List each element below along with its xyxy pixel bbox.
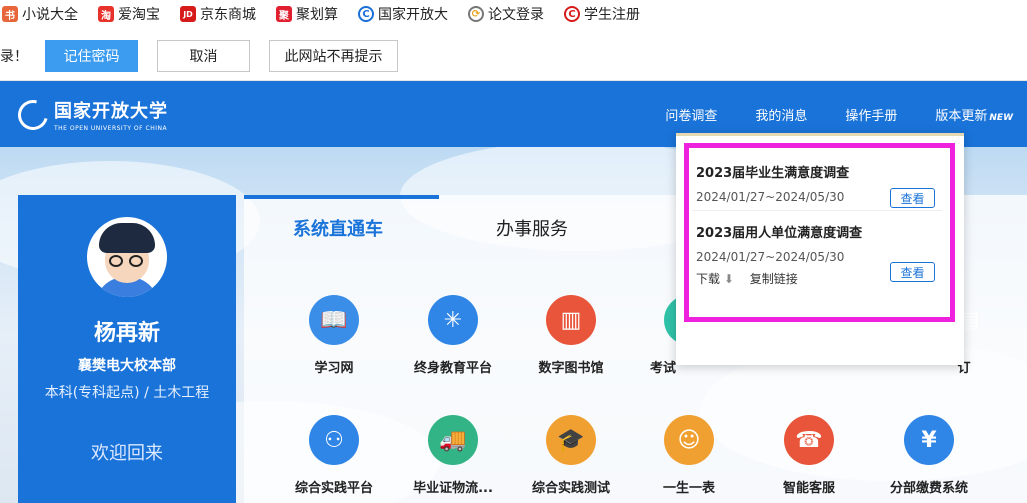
app-library[interactable]: ▥ 数字图书馆 [516, 295, 626, 376]
avatar [87, 217, 167, 297]
app-label: 综合实践测试 [531, 481, 610, 496]
student-icon: C [564, 6, 580, 22]
bookmark-ouchn[interactable]: C 国家开放大 [358, 4, 448, 24]
divider [692, 210, 942, 211]
survey-title: 2023届用人单位满意度调查 [696, 226, 863, 241]
download-link[interactable]: 下载 ⬇ [696, 272, 734, 286]
app-practice-test[interactable]: 🎓 综合实践测试 [516, 415, 626, 496]
app-lifelong[interactable]: ✳ 终身教育平台 [398, 295, 508, 376]
ouchn-logo-icon [12, 94, 54, 135]
app-exam[interactable]: ✎ 考试 [624, 295, 714, 376]
books-icon: ▥ [546, 295, 596, 345]
never-remind-button[interactable]: 此网站不再提示 [269, 40, 398, 72]
app-label: 智能客服 [782, 481, 835, 496]
logo-subtitle: THE OPEN UNIVERSITY OF CHINA [54, 125, 168, 132]
book-icon: 书 [2, 6, 18, 22]
app-logistics[interactable]: 🚚 毕业证物流... [398, 415, 508, 496]
new-badge: NEW [989, 112, 1013, 123]
survey-item: 2023届用人单位满意度调查 2024/01/27~2024/05/30 下载 … [696, 222, 936, 287]
bookmark-novel[interactable]: 书 小说大全 [2, 4, 78, 24]
person-icon: ☺ [664, 415, 714, 465]
app-label: 学习网 [314, 361, 354, 376]
nav-messages[interactable]: 我的消息 [755, 105, 807, 124]
bookmark-label: 论文登录 [488, 7, 544, 23]
profile-card: 杨再新 襄樊电大校本部 本科(专科起点) / 土木工程 欢迎回来 [18, 195, 236, 503]
download-label: 下载 [696, 272, 721, 286]
copy-link[interactable]: 复制链接 [750, 272, 798, 286]
logo-title: 国家开放大学 [54, 101, 168, 122]
app-payment[interactable]: ¥ 分部缴费系统 [874, 415, 984, 496]
bookmark-label: 学生注册 [584, 7, 640, 23]
bookmark-label: 国家开放大 [378, 7, 448, 23]
active-tab-indicator [244, 195, 439, 199]
truck-icon: 🚚 [428, 415, 478, 465]
juhuasuan-icon: 聚 [276, 6, 292, 22]
app-label: 毕业证物流... [413, 481, 493, 496]
student-major: 本科(专科起点) / 土木工程 [44, 385, 210, 401]
bookmark-label: 小说大全 [22, 7, 78, 23]
student-school: 襄樊电大校本部 [78, 358, 176, 374]
survey-item: 2023届毕业生满意度调查 2024/01/27~2024/05/30 查看 [696, 162, 936, 208]
cancel-button[interactable]: 取消 [157, 40, 250, 72]
bookmark-juhuasuan[interactable]: 聚 聚划算 [276, 4, 338, 24]
bookmark-label: 聚划算 [296, 7, 338, 23]
graduation-cap-icon: 🎓 [546, 415, 596, 465]
bookmark-paper[interactable]: ⟳ 论文登录 [468, 4, 544, 24]
download-icon: ⬇ [723, 272, 734, 286]
app-one-life[interactable]: ☺ 一生一表 [634, 415, 744, 496]
app-customer-service[interactable]: ☎ 智能客服 [754, 415, 864, 496]
nav-update-label: 版本更新 [935, 108, 988, 124]
nav-manual[interactable]: 操作手册 [845, 105, 897, 124]
student-name: 杨再新 [93, 321, 160, 346]
remember-password-button[interactable]: 记住密码 [45, 40, 138, 72]
tab-service[interactable]: 办事服务 [496, 215, 568, 241]
view-button[interactable]: 查看 [890, 188, 935, 208]
app-label: 一生一表 [662, 481, 715, 496]
bookmark-jd[interactable]: JD 京东商城 [180, 4, 256, 24]
password-save-bar: 录！ 记住密码 取消 此网站不再提示 [0, 28, 1027, 81]
bookmark-student[interactable]: C 学生注册 [564, 4, 640, 24]
taobao-icon: 淘 [98, 6, 114, 22]
nav-update[interactable]: 版本更新 NEW [935, 105, 1013, 124]
app-label: 综合实践平台 [294, 481, 373, 496]
jd-icon: JD [180, 6, 196, 22]
app-label: 分部缴费系统 [889, 481, 968, 496]
survey-title: 2023届毕业生满意度调查 [696, 166, 850, 181]
password-bar-message: 录！ [0, 49, 28, 65]
headset-icon: ☎ [784, 415, 834, 465]
site-logo[interactable]: 国家开放大学 THE OPEN UNIVERSITY OF CHINA [12, 94, 168, 135]
bookmark-taobao[interactable]: 淘 爱淘宝 [98, 4, 160, 24]
app-practice[interactable]: ⚇ 综合实践平台 [279, 415, 389, 496]
app-study[interactable]: 📖 学习网 [279, 295, 389, 376]
welcome-text: 欢迎回来 [91, 443, 163, 464]
tab-system[interactable]: 系统直通车 [293, 215, 383, 241]
app-label: 终身教育平台 [413, 361, 492, 376]
bookmark-label: 京东商城 [200, 7, 256, 23]
app-label: 考试 [650, 361, 677, 376]
network-icon: ⚇ [309, 415, 359, 465]
ouchn-icon: C [358, 6, 374, 22]
snowflake-icon: ✳ [428, 295, 478, 345]
paper-icon: ⟳ [468, 6, 484, 22]
bookmarks-bar: 书 小说大全 淘 爱淘宝 JD 京东商城 聚 聚划算 C 国家开放大 ⟳ 论文登… [0, 0, 1027, 28]
view-button[interactable]: 查看 [890, 262, 935, 282]
coin-icon: ¥ [904, 415, 954, 465]
app-label: 数字图书馆 [538, 361, 604, 376]
open-book-icon: 📖 [309, 295, 359, 345]
bookmark-label: 爱淘宝 [118, 7, 160, 23]
nav-survey[interactable]: 问卷调查 [665, 105, 717, 124]
